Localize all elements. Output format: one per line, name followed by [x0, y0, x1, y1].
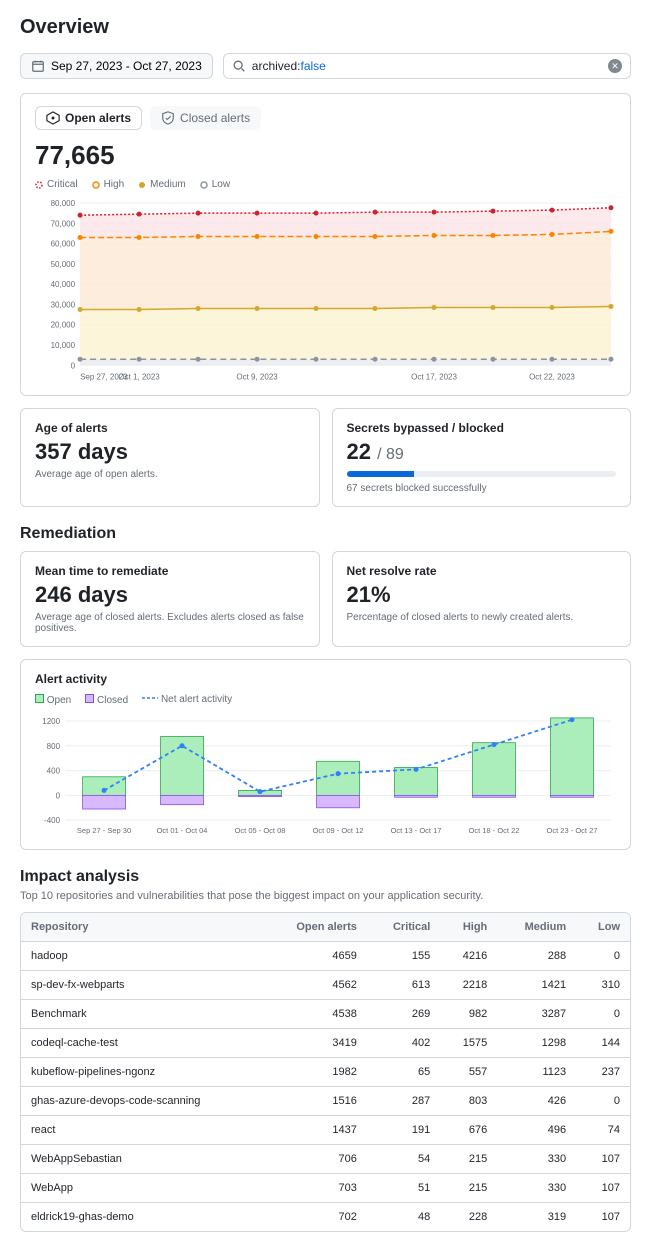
search-input-wrap[interactable]: archived:false ✕ — [223, 53, 631, 79]
page-title: Overview — [20, 16, 631, 39]
svg-text:Oct 18 - Oct 22: Oct 18 - Oct 22 — [469, 827, 520, 836]
legend-closed-marker — [85, 694, 94, 703]
svg-text:1200: 1200 — [42, 717, 60, 726]
svg-text:-400: -400 — [44, 816, 61, 825]
table-row[interactable]: WebApp70351215330107 — [21, 1173, 630, 1202]
svg-text:Oct 17, 2023: Oct 17, 2023 — [411, 372, 457, 381]
search-input[interactable] — [328, 59, 602, 73]
search-value: false — [300, 59, 325, 73]
impact-table: RepositoryOpen alertsCriticalHighMediumL… — [20, 912, 631, 1232]
legend-high-marker — [92, 181, 100, 189]
search-query[interactable]: archived:false — [252, 59, 602, 73]
svg-text:Oct 09 - Oct 12: Oct 09 - Oct 12 — [313, 827, 364, 836]
table-header[interactable]: Repository — [21, 913, 264, 942]
severity-legend: Critical High Medium Low — [35, 179, 616, 190]
clear-search-icon[interactable]: ✕ — [608, 59, 622, 73]
svg-text:Oct 22, 2023: Oct 22, 2023 — [529, 372, 575, 381]
svg-text:400: 400 — [47, 767, 61, 776]
table-header[interactable]: Low — [576, 913, 630, 942]
search-icon — [232, 59, 246, 73]
svg-text:Oct 9, 2023: Oct 9, 2023 — [236, 372, 278, 381]
impact-heading: Impact analysis — [20, 868, 631, 886]
svg-text:20,000: 20,000 — [51, 321, 76, 330]
secrets-progress-bar — [347, 471, 617, 477]
tab-closed-alerts[interactable]: Closed alerts — [150, 106, 261, 130]
table-header[interactable]: Critical — [367, 913, 440, 942]
legend-medium-marker — [138, 181, 146, 189]
nrr-card: Net resolve rate 21% Percentage of close… — [332, 551, 632, 647]
svg-text:Sep 27 - Sep 30: Sep 27 - Sep 30 — [77, 827, 131, 836]
svg-text:50,000: 50,000 — [51, 260, 76, 269]
table-row[interactable]: eldrick19-ghas-demo70248228319107 — [21, 1202, 630, 1231]
secrets-card: Secrets bypassed / blocked 22 / 89 67 se… — [332, 408, 632, 507]
age-of-alerts-card: Age of alerts 357 days Average age of op… — [20, 408, 320, 507]
legend-critical-marker — [35, 181, 43, 189]
remediation-heading: Remediation — [20, 525, 631, 543]
svg-text:800: 800 — [47, 742, 61, 751]
alert-activity-panel: Alert activity Open Closed Net alert act… — [20, 659, 631, 849]
svg-text:Oct 23 - Oct 27: Oct 23 - Oct 27 — [547, 827, 598, 836]
svg-text:70,000: 70,000 — [51, 219, 76, 228]
legend-low-marker — [200, 181, 208, 189]
table-row[interactable]: codeql-cache-test341940215751298144 — [21, 1028, 630, 1057]
date-range-label: Sep 27, 2023 - Oct 27, 2023 — [51, 59, 202, 73]
svg-text:Oct 01 - Oct 04: Oct 01 - Oct 04 — [157, 827, 208, 836]
activity-legend: Open Closed Net alert activity — [35, 694, 616, 706]
open-alerts-panel: Open alerts Closed alerts 77,665 Critica… — [20, 93, 631, 396]
svg-text:0: 0 — [56, 792, 61, 801]
svg-text:0: 0 — [71, 361, 76, 370]
svg-text:60,000: 60,000 — [51, 240, 76, 249]
table-row[interactable]: kubeflow-pipelines-ngonz1982655571123237 — [21, 1057, 630, 1086]
svg-text:10,000: 10,000 — [51, 341, 76, 350]
svg-text:Oct 13 - Oct 17: Oct 13 - Oct 17 — [391, 827, 442, 836]
mtr-card: Mean time to remediate 246 days Average … — [20, 551, 320, 647]
svg-text:30,000: 30,000 — [51, 300, 76, 309]
total-open-alerts: 77,665 — [35, 140, 616, 171]
alert-icon — [46, 111, 60, 125]
svg-text:Oct 05 - Oct 08: Oct 05 - Oct 08 — [235, 827, 286, 836]
table-header[interactable]: Open alerts — [264, 913, 367, 942]
alert-activity-chart: -400 0 400 800 1200 Sep 27 - Sep 30 Oct 01 - O… — [35, 716, 616, 836]
table-row[interactable]: ghas-azure-devops-code-scanning151628780… — [21, 1086, 630, 1115]
tab-open-alerts[interactable]: Open alerts — [35, 106, 142, 130]
table-row[interactable]: WebAppSebastian70654215330107 — [21, 1144, 630, 1173]
legend-open-marker — [35, 694, 44, 703]
table-row[interactable]: hadoop465915542162880 — [21, 941, 630, 970]
table-row[interactable]: react143719167649674 — [21, 1115, 630, 1144]
search-qualifier: archived: — [252, 59, 301, 73]
svg-text:Oct 1, 2023: Oct 1, 2023 — [118, 372, 160, 381]
legend-net-marker — [142, 694, 158, 702]
table-row[interactable]: sp-dev-fx-webparts456261322181421310 — [21, 970, 630, 999]
table-header[interactable]: High — [440, 913, 497, 942]
shield-check-icon — [161, 111, 175, 125]
calendar-icon — [31, 59, 45, 73]
date-range-button[interactable]: Sep 27, 2023 - Oct 27, 2023 — [20, 53, 213, 79]
alerts-trend-chart: 0 10,000 20,000 30,000 40,000 50,000 60,000 70,… — [35, 198, 616, 383]
svg-text:40,000: 40,000 — [51, 280, 76, 289]
svg-text:80,000: 80,000 — [51, 199, 76, 208]
table-header[interactable]: Medium — [497, 913, 576, 942]
